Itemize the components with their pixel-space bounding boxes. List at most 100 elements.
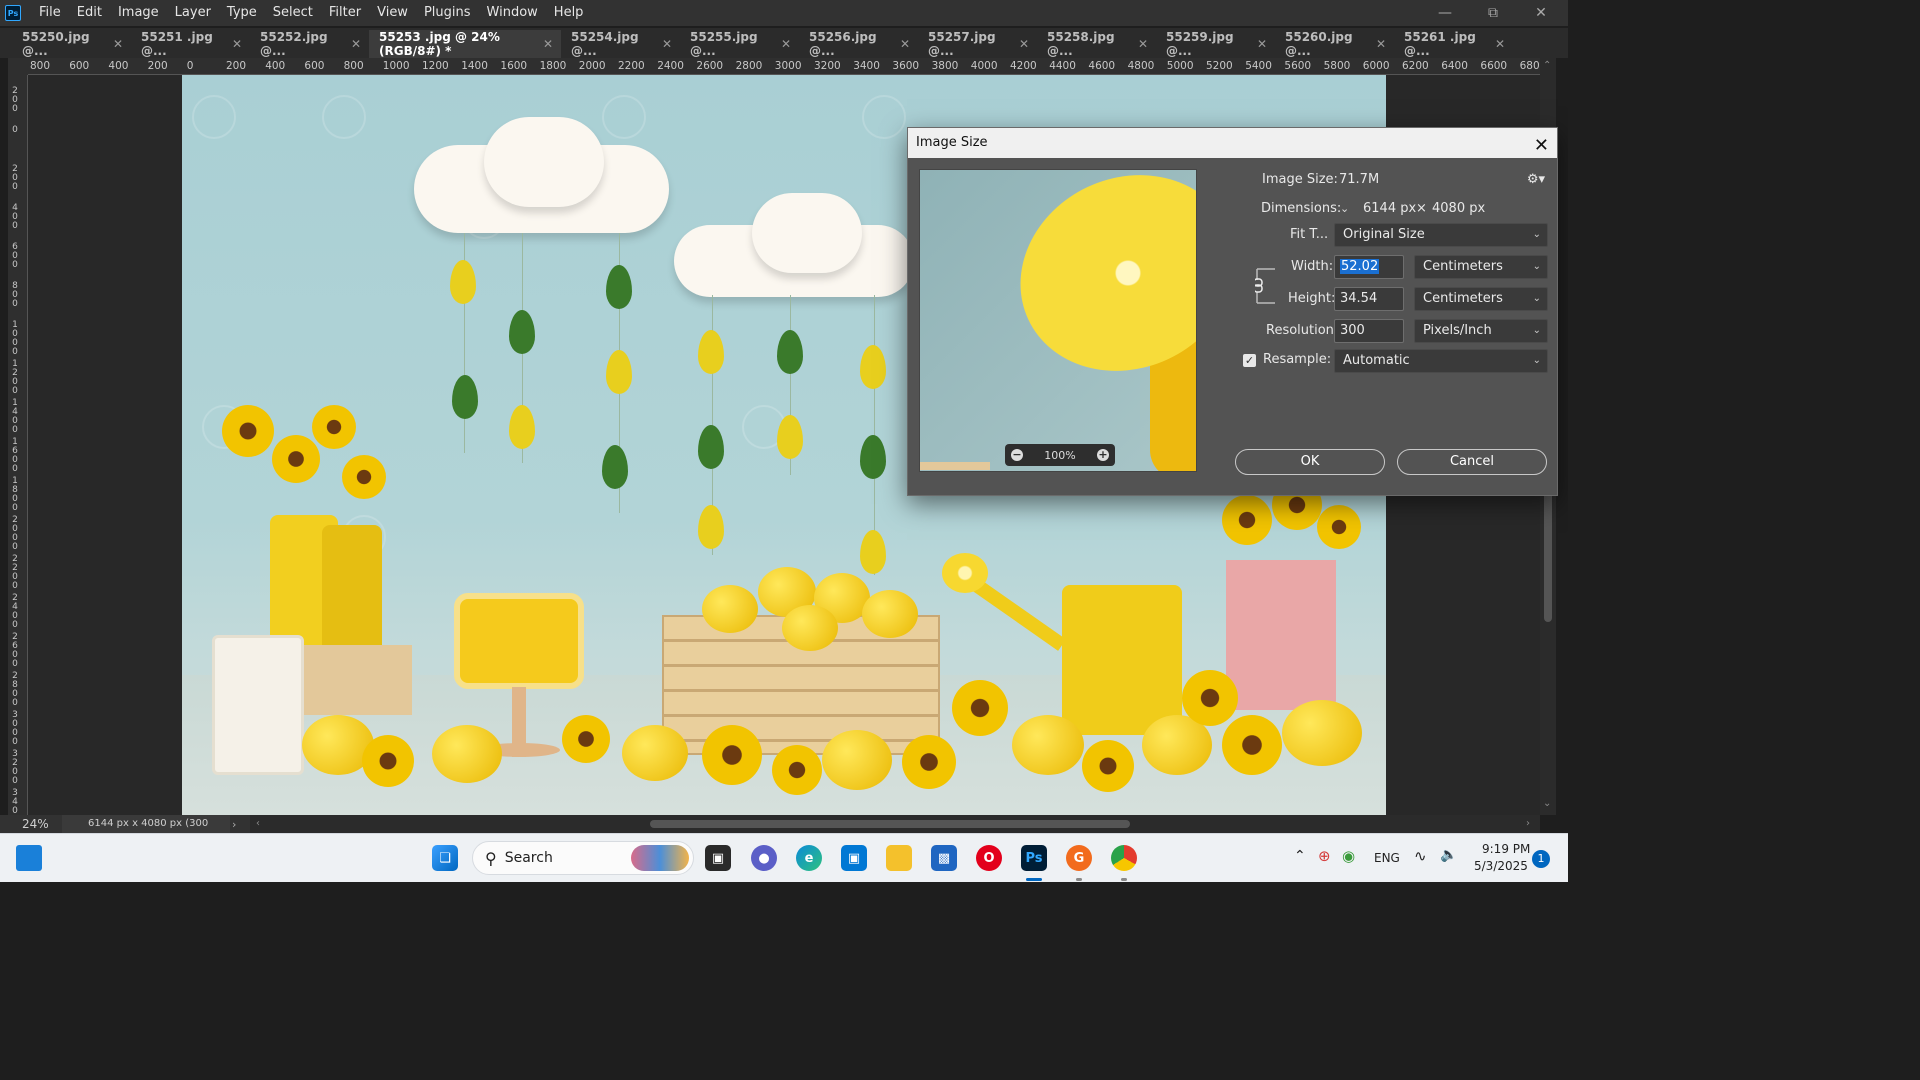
wifi-icon[interactable]: ∿ — [1414, 847, 1427, 865]
lemon — [432, 725, 502, 783]
close-tab-icon[interactable]: ✕ — [1019, 37, 1029, 51]
zoom-level[interactable]: 24% — [0, 817, 62, 831]
notification-badge[interactable]: 1 — [1532, 850, 1550, 868]
close-tab-icon[interactable]: ✕ — [900, 37, 910, 51]
tab-55259[interactable]: 55259.jpg @... ✕ — [1156, 30, 1275, 58]
tab-55254[interactable]: 55254.jpg @... ✕ — [561, 30, 680, 58]
menu-file[interactable]: File — [31, 0, 69, 26]
restore-icon[interactable]: ⧉ — [1470, 0, 1516, 26]
horizontal-scrollbar[interactable]: ‹ › — [250, 815, 1540, 833]
resample-checkbox[interactable]: ✓ — [1243, 354, 1256, 367]
constrain-proportions-link-icon[interactable] — [1255, 268, 1277, 304]
close-tab-icon[interactable]: ✕ — [543, 37, 553, 51]
close-icon[interactable]: ✕ — [1534, 131, 1549, 161]
fit-to-label: Fit T... — [1290, 227, 1329, 242]
close-window-icon[interactable]: ✕ — [1518, 0, 1564, 26]
tab-55256[interactable]: 55256.jpg @... ✕ — [799, 30, 918, 58]
height-unit-select[interactable]: Centimeters ⌄ — [1414, 287, 1548, 311]
taskbar-search[interactable]: ⚲ Search — [472, 841, 694, 875]
close-tab-icon[interactable]: ✕ — [1138, 37, 1148, 51]
clock-date[interactable]: 5/3/2025 — [1474, 859, 1528, 873]
brave-icon[interactable]: G — [1066, 845, 1092, 871]
scroll-right-icon[interactable]: › — [1526, 818, 1530, 829]
menu-view[interactable]: View — [369, 0, 416, 26]
fit-to-select[interactable]: Original Size ⌄ — [1334, 223, 1548, 247]
volume-muted-icon[interactable]: 🔈 — [1440, 847, 1457, 863]
minimize-icon[interactable]: — — [1422, 0, 1468, 26]
ruler-tick-label: 2000 — [578, 60, 606, 72]
menu-layer[interactable]: Layer — [167, 0, 219, 26]
scroll-down-icon[interactable]: ⌄ — [1543, 798, 1551, 809]
close-tab-icon[interactable]: ✕ — [1257, 37, 1267, 51]
tab-55260[interactable]: 55260.jpg @... ✕ — [1275, 30, 1394, 58]
dimensions-unit-chevron-icon[interactable]: ⌄ — [1340, 202, 1349, 215]
width-unit-select[interactable]: Centimeters ⌄ — [1414, 255, 1548, 279]
tab-55257[interactable]: 55257.jpg @... ✕ — [918, 30, 1037, 58]
menu-edit[interactable]: Edit — [69, 0, 110, 26]
menu-type[interactable]: Type — [219, 0, 265, 26]
store-icon[interactable]: ▩ — [931, 845, 957, 871]
widgets-icon[interactable] — [16, 845, 42, 871]
chrome-icon[interactable] — [1111, 845, 1137, 871]
photoshop-taskbar-icon[interactable]: Ps — [1021, 845, 1047, 871]
start-icon[interactable]: ❏ — [432, 845, 458, 871]
menu-filter[interactable]: Filter — [321, 0, 369, 26]
menu-select[interactable]: Select — [265, 0, 321, 26]
resample-select[interactable]: Automatic ⌄ — [1334, 349, 1548, 373]
photos-icon[interactable]: ▣ — [841, 845, 867, 871]
clock-time[interactable]: 9:19 PM — [1482, 842, 1530, 856]
menu-window[interactable]: Window — [479, 0, 546, 26]
file-explorer-icon[interactable] — [886, 845, 912, 871]
close-tab-icon[interactable]: ✕ — [1376, 37, 1386, 51]
resolution-input[interactable]: 300 — [1334, 319, 1404, 343]
tab-55250[interactable]: 55250.jpg @... ✕ — [12, 30, 131, 58]
menu-help[interactable]: Help — [546, 0, 592, 26]
tab-55255[interactable]: 55255.jpg @... ✕ — [680, 30, 799, 58]
tab-55252[interactable]: 55252.jpg @... ✕ — [250, 30, 369, 58]
scroll-up-icon[interactable]: ⌃ — [1543, 60, 1551, 71]
horizontal-scroll-thumb[interactable] — [650, 820, 1130, 828]
resample-label: Resample: — [1263, 352, 1332, 367]
zoom-out-icon[interactable]: − — [1011, 449, 1023, 461]
close-tab-icon[interactable]: ✕ — [113, 37, 123, 51]
scroll-left-icon[interactable]: ‹ — [256, 818, 260, 829]
ok-button[interactable]: OK — [1235, 449, 1385, 475]
vpn-icon[interactable]: ⊕ — [1318, 847, 1331, 865]
vertical-ruler[interactable]: 2000200400600800100012001400160018002000… — [8, 75, 28, 815]
resolution-unit-select[interactable]: Pixels/Inch ⌄ — [1414, 319, 1548, 343]
ruler-tick-label: 5400 — [1245, 60, 1272, 72]
close-tab-icon[interactable]: ✕ — [351, 37, 361, 51]
close-tab-icon[interactable]: ✕ — [781, 37, 791, 51]
gear-icon[interactable]: ⚙▾ — [1527, 172, 1545, 187]
preview-crate-edge — [920, 462, 990, 470]
opera-icon[interactable]: O — [976, 845, 1002, 871]
task-view-icon[interactable]: ▣ — [705, 845, 731, 871]
tab-55261[interactable]: 55261 .jpg @... ✕ — [1394, 30, 1513, 58]
horizontal-ruler[interactable]: 800 600 400 200 0 200 400 600 800 1000 1200 1400 160… — [28, 58, 1540, 75]
width-input[interactable]: 52.02 — [1334, 255, 1404, 279]
green-leaf — [606, 265, 632, 309]
tab-55258[interactable]: 55258.jpg @... ✕ — [1037, 30, 1156, 58]
close-tab-icon[interactable]: ✕ — [662, 37, 672, 51]
image-preview[interactable] — [919, 169, 1197, 472]
globe-icon[interactable]: ◉ — [1342, 847, 1355, 865]
chevron-right-icon[interactable]: › — [232, 818, 236, 831]
windows-taskbar: ❏ ⚲ Search ▣ ● e ▣ ▩ O Ps G ⌃ ⊕ ◉ ENG ∿ … — [0, 833, 1568, 882]
tab-55251[interactable]: 55251 .jpg @... ✕ — [131, 30, 250, 58]
menu-plugins[interactable]: Plugins — [416, 0, 479, 26]
menu-image[interactable]: Image — [110, 0, 167, 26]
resolution-value: 300 — [1340, 323, 1365, 338]
close-tab-icon[interactable]: ✕ — [1495, 37, 1505, 51]
edge-icon[interactable]: e — [796, 845, 822, 871]
zoom-in-icon[interactable]: + — [1096, 449, 1109, 461]
close-tab-icon[interactable]: ✕ — [232, 37, 242, 51]
language-indicator[interactable]: ENG — [1374, 851, 1400, 865]
cancel-button[interactable]: Cancel — [1397, 449, 1547, 475]
chevron-up-icon[interactable]: ⌃ — [1294, 848, 1306, 864]
tab-55253-active[interactable]: 55253 .jpg @ 24% (RGB/8#) * ✕ — [369, 30, 561, 58]
height-input[interactable]: 34.54 — [1334, 287, 1404, 311]
sunflower — [362, 735, 414, 787]
teams-chat-icon[interactable]: ● — [751, 845, 777, 871]
yellow-leaf — [698, 505, 724, 549]
ruler-tick-label: 1800 — [12, 476, 18, 513]
